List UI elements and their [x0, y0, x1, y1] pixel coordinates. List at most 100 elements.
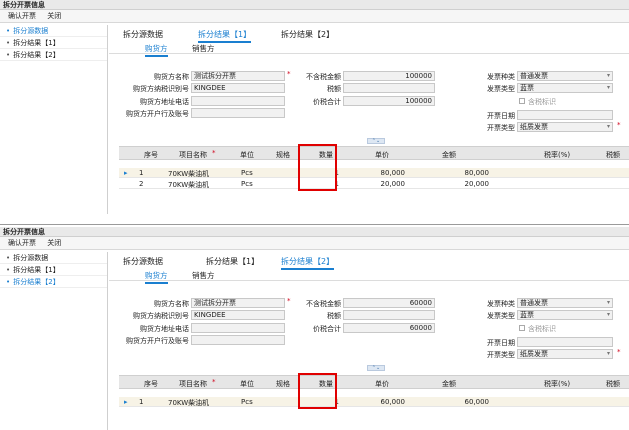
tax-field[interactable]: [343, 83, 435, 93]
nav-item-result-2[interactable]: • 拆分结果【2】: [0, 276, 107, 288]
invoice-kind-label: 发票种类: [487, 300, 515, 308]
buyer-address-label: 购货方地址电话: [140, 325, 189, 333]
row-pointer-icon: ▸: [124, 169, 128, 177]
cell-price: 20,000: [380, 180, 406, 188]
invoice-kind-value: 普通发票: [520, 299, 548, 307]
table-row[interactable]: ▸ 1 70KW柴油机 Pcs 1 60,000 60,000: [119, 397, 629, 407]
col-item-name: 项目名称: [179, 380, 207, 388]
col-tax: 税额: [606, 151, 620, 159]
nav-item-result-1[interactable]: • 拆分结果【1】: [0, 37, 107, 49]
amount-ex-tax-field[interactable]: 60000: [343, 298, 435, 308]
col-no: 序号: [144, 151, 158, 159]
issue-type-select[interactable]: 纸质发票 ▾: [517, 349, 613, 359]
total-field[interactable]: 60000: [343, 323, 435, 333]
cell-price: 80,000: [380, 169, 406, 177]
tab-buyer[interactable]: 购货方: [145, 270, 168, 284]
tax-flag-checkbox[interactable]: [519, 325, 525, 331]
nav-item-result-1[interactable]: • 拆分结果【1】: [0, 264, 107, 276]
tab-source[interactable]: 拆分源数据: [123, 256, 163, 267]
tax-field[interactable]: [343, 310, 435, 320]
tax-label: 税额: [327, 85, 341, 93]
nav-item-source[interactable]: • 拆分源数据: [0, 25, 107, 37]
tab-seller[interactable]: 销售方: [192, 43, 215, 54]
row-pointer-icon: ▸: [124, 398, 128, 406]
issue-type-label: 开票类型: [487, 124, 515, 132]
buyer-address-field[interactable]: [191, 323, 285, 333]
tab-buyer[interactable]: 购货方: [145, 43, 168, 57]
tax-label: 税额: [327, 312, 341, 320]
invoice-date-field[interactable]: [517, 110, 613, 120]
nav-sidebar: • 拆分源数据 • 拆分结果【1】 • 拆分结果【2】: [0, 25, 108, 214]
cell-amount: 20,000: [464, 180, 490, 188]
invoice-kind-label: 发票种类: [487, 73, 515, 81]
close-button[interactable]: 关闭: [47, 12, 61, 20]
tax-flag-checkbox[interactable]: [519, 98, 525, 104]
invoice-type-select[interactable]: 蓝票 ▾: [517, 83, 613, 93]
buyer-bank-field[interactable]: [191, 108, 285, 118]
buyer-name-label: 购货方名称: [154, 300, 189, 308]
invoice-type-value: 蓝票: [520, 84, 534, 92]
tab-result-2[interactable]: 拆分结果【2】: [281, 29, 334, 40]
chevron-down-icon: ▾: [606, 299, 610, 306]
buyer-name-field[interactable]: 测试拆分开票: [191, 298, 285, 308]
collapse-toggle-icon[interactable]: ⌃⌄: [367, 138, 385, 144]
buyer-tax-id-field[interactable]: KINGDEE: [191, 83, 285, 93]
nav-sidebar: • 拆分源数据 • 拆分结果【1】 • 拆分结果【2】: [0, 252, 108, 430]
grid-header: 序号 项目名称 * 单位 规格 数量 单价 金额 税率(%) 税额: [119, 375, 629, 389]
invoice-type-label: 发票类型: [487, 312, 515, 320]
table-row[interactable]: ▸ 1 70KW柴油机 Pcs 1 80,000 80,000: [119, 168, 629, 178]
confirm-invoice-button[interactable]: 确认开票: [8, 239, 36, 247]
cell-no: 1: [139, 398, 144, 406]
amount-ex-tax-field[interactable]: 100000: [343, 71, 435, 81]
party-tabs: 购货方 销售方: [109, 268, 629, 284]
cell-item-name: 70KW柴油机: [168, 399, 210, 407]
buyer-name-field[interactable]: 测试拆分开票: [191, 71, 285, 81]
nav-item-source[interactable]: • 拆分源数据: [0, 252, 107, 264]
grid-header: 序号 项目名称 * 单位 规格 数量 单价 金额 税率(%) 税额: [119, 146, 629, 160]
buyer-address-field[interactable]: [191, 96, 285, 106]
confirm-invoice-button[interactable]: 确认开票: [8, 12, 36, 20]
issue-type-value: 纸质发票: [520, 123, 548, 131]
buyer-name-label: 购货方名称: [154, 73, 189, 81]
main-area: 拆分源数据 拆分结果【1】 拆分结果【2】 购货方 销售方 购货方名称 测试拆分…: [109, 25, 629, 214]
issue-type-value: 纸质发票: [520, 350, 548, 358]
cell-item-name: 70KW柴油机: [168, 181, 210, 189]
col-tax-rate: 税率(%): [544, 151, 571, 159]
cell-amount: 80,000: [464, 169, 490, 177]
issue-type-label: 开票类型: [487, 351, 515, 359]
total-field[interactable]: 100000: [343, 96, 435, 106]
nav-label: 拆分源数据: [13, 254, 49, 262]
menu-bar: 确认开票 关闭: [0, 237, 629, 250]
bullet-icon: •: [6, 278, 11, 286]
table-row[interactable]: 2 70KW柴油机 Pcs 1 20,000 20,000: [119, 179, 629, 189]
nav-label: 拆分结果【1】: [13, 266, 60, 274]
required-mark: *: [287, 297, 291, 305]
tab-seller[interactable]: 销售方: [192, 270, 215, 281]
chevron-down-icon: ▾: [606, 123, 610, 130]
invoice-kind-select[interactable]: 普通发票 ▾: [517, 298, 613, 308]
collapse-toggle-icon[interactable]: ⌃⌄: [367, 365, 385, 371]
dialog-title: 拆分开票信息: [0, 0, 629, 10]
bullet-icon: •: [6, 27, 11, 35]
nav-item-result-2[interactable]: • 拆分结果【2】: [0, 49, 107, 61]
bullet-icon: •: [6, 254, 11, 262]
nav-label: 拆分结果【2】: [13, 278, 60, 286]
close-button[interactable]: 关闭: [47, 239, 61, 247]
split-invoice-panel-1: 拆分开票信息 确认开票 关闭 • 拆分源数据 • 拆分结果【1】 • 拆分结果【…: [0, 0, 629, 214]
invoice-date-field[interactable]: [517, 337, 613, 347]
amount-ex-tax-label: 不含税金额: [306, 73, 341, 81]
result-tabs: 拆分源数据 拆分结果【1】 拆分结果【2】: [109, 252, 629, 270]
buyer-bank-label: 购货方开户行及账号: [126, 337, 189, 345]
buyer-tax-id-field[interactable]: KINGDEE: [191, 310, 285, 320]
chevron-down-icon: ▾: [606, 72, 610, 79]
party-tabs: 购货方 销售方: [109, 41, 629, 57]
chevron-down-icon: ▾: [606, 350, 610, 357]
invoice-kind-select[interactable]: 普通发票 ▾: [517, 71, 613, 81]
tab-result-1[interactable]: 拆分结果【1】: [206, 256, 259, 267]
tab-source[interactable]: 拆分源数据: [123, 29, 163, 40]
invoice-type-select[interactable]: 蓝票 ▾: [517, 310, 613, 320]
col-unit: 单位: [240, 380, 254, 388]
bullet-icon: •: [6, 266, 11, 274]
issue-type-select[interactable]: 纸质发票 ▾: [517, 122, 613, 132]
buyer-bank-field[interactable]: [191, 335, 285, 345]
